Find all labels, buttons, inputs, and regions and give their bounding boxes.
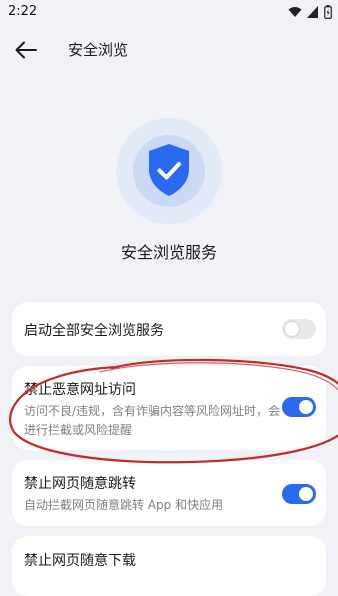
setting-title: 禁止恶意网址访问 xyxy=(24,382,136,398)
setting-card-block-page-downloads: 禁止网页随意下载 xyxy=(12,536,326,596)
setting-title: 禁止网页随意下载 xyxy=(24,553,136,569)
status-time: 2:22 xyxy=(8,4,38,19)
toggle-knob xyxy=(285,322,299,336)
shield-check-icon xyxy=(149,144,189,196)
setting-card-block-malicious-urls: 禁止恶意网址访问 访问不良/违规，含有诈骗内容等风险网址时，会进行拦截或风险提醒 xyxy=(12,366,326,450)
toggle-knob xyxy=(299,400,313,414)
block-malicious-urls-toggle[interactable] xyxy=(282,397,316,417)
setting-title: 禁止网页随意跳转 xyxy=(24,476,136,492)
toggle-knob xyxy=(299,487,313,501)
block-page-redirects-toggle[interactable] xyxy=(282,484,316,504)
app-bar: 安全浏览 xyxy=(0,30,338,70)
setting-title: 启动全部安全浏览服务 xyxy=(24,323,164,339)
status-bar: 2:22 xyxy=(0,0,338,24)
setting-card-enable-all: 启动全部安全浏览服务 xyxy=(12,302,326,356)
setting-description: 自动拦截网页随意跳转 App 和快应用 xyxy=(24,498,224,512)
signal-icon xyxy=(307,6,318,18)
setting-card-block-page-redirects: 禁止网页随意跳转 自动拦截网页随意跳转 App 和快应用 xyxy=(12,460,326,526)
wifi-icon xyxy=(288,7,302,17)
hero-title: 安全浏览服务 xyxy=(120,243,217,262)
back-button[interactable] xyxy=(12,36,40,64)
setting-description: 访问不良/违规，含有诈骗内容等风险网址时，会进行拦截或风险提醒 xyxy=(24,404,281,437)
status-icons xyxy=(288,5,332,19)
page-title: 安全浏览 xyxy=(68,41,129,59)
enable-all-toggle[interactable] xyxy=(282,319,316,339)
battery-icon xyxy=(324,5,332,19)
arrow-left-icon xyxy=(15,41,37,59)
